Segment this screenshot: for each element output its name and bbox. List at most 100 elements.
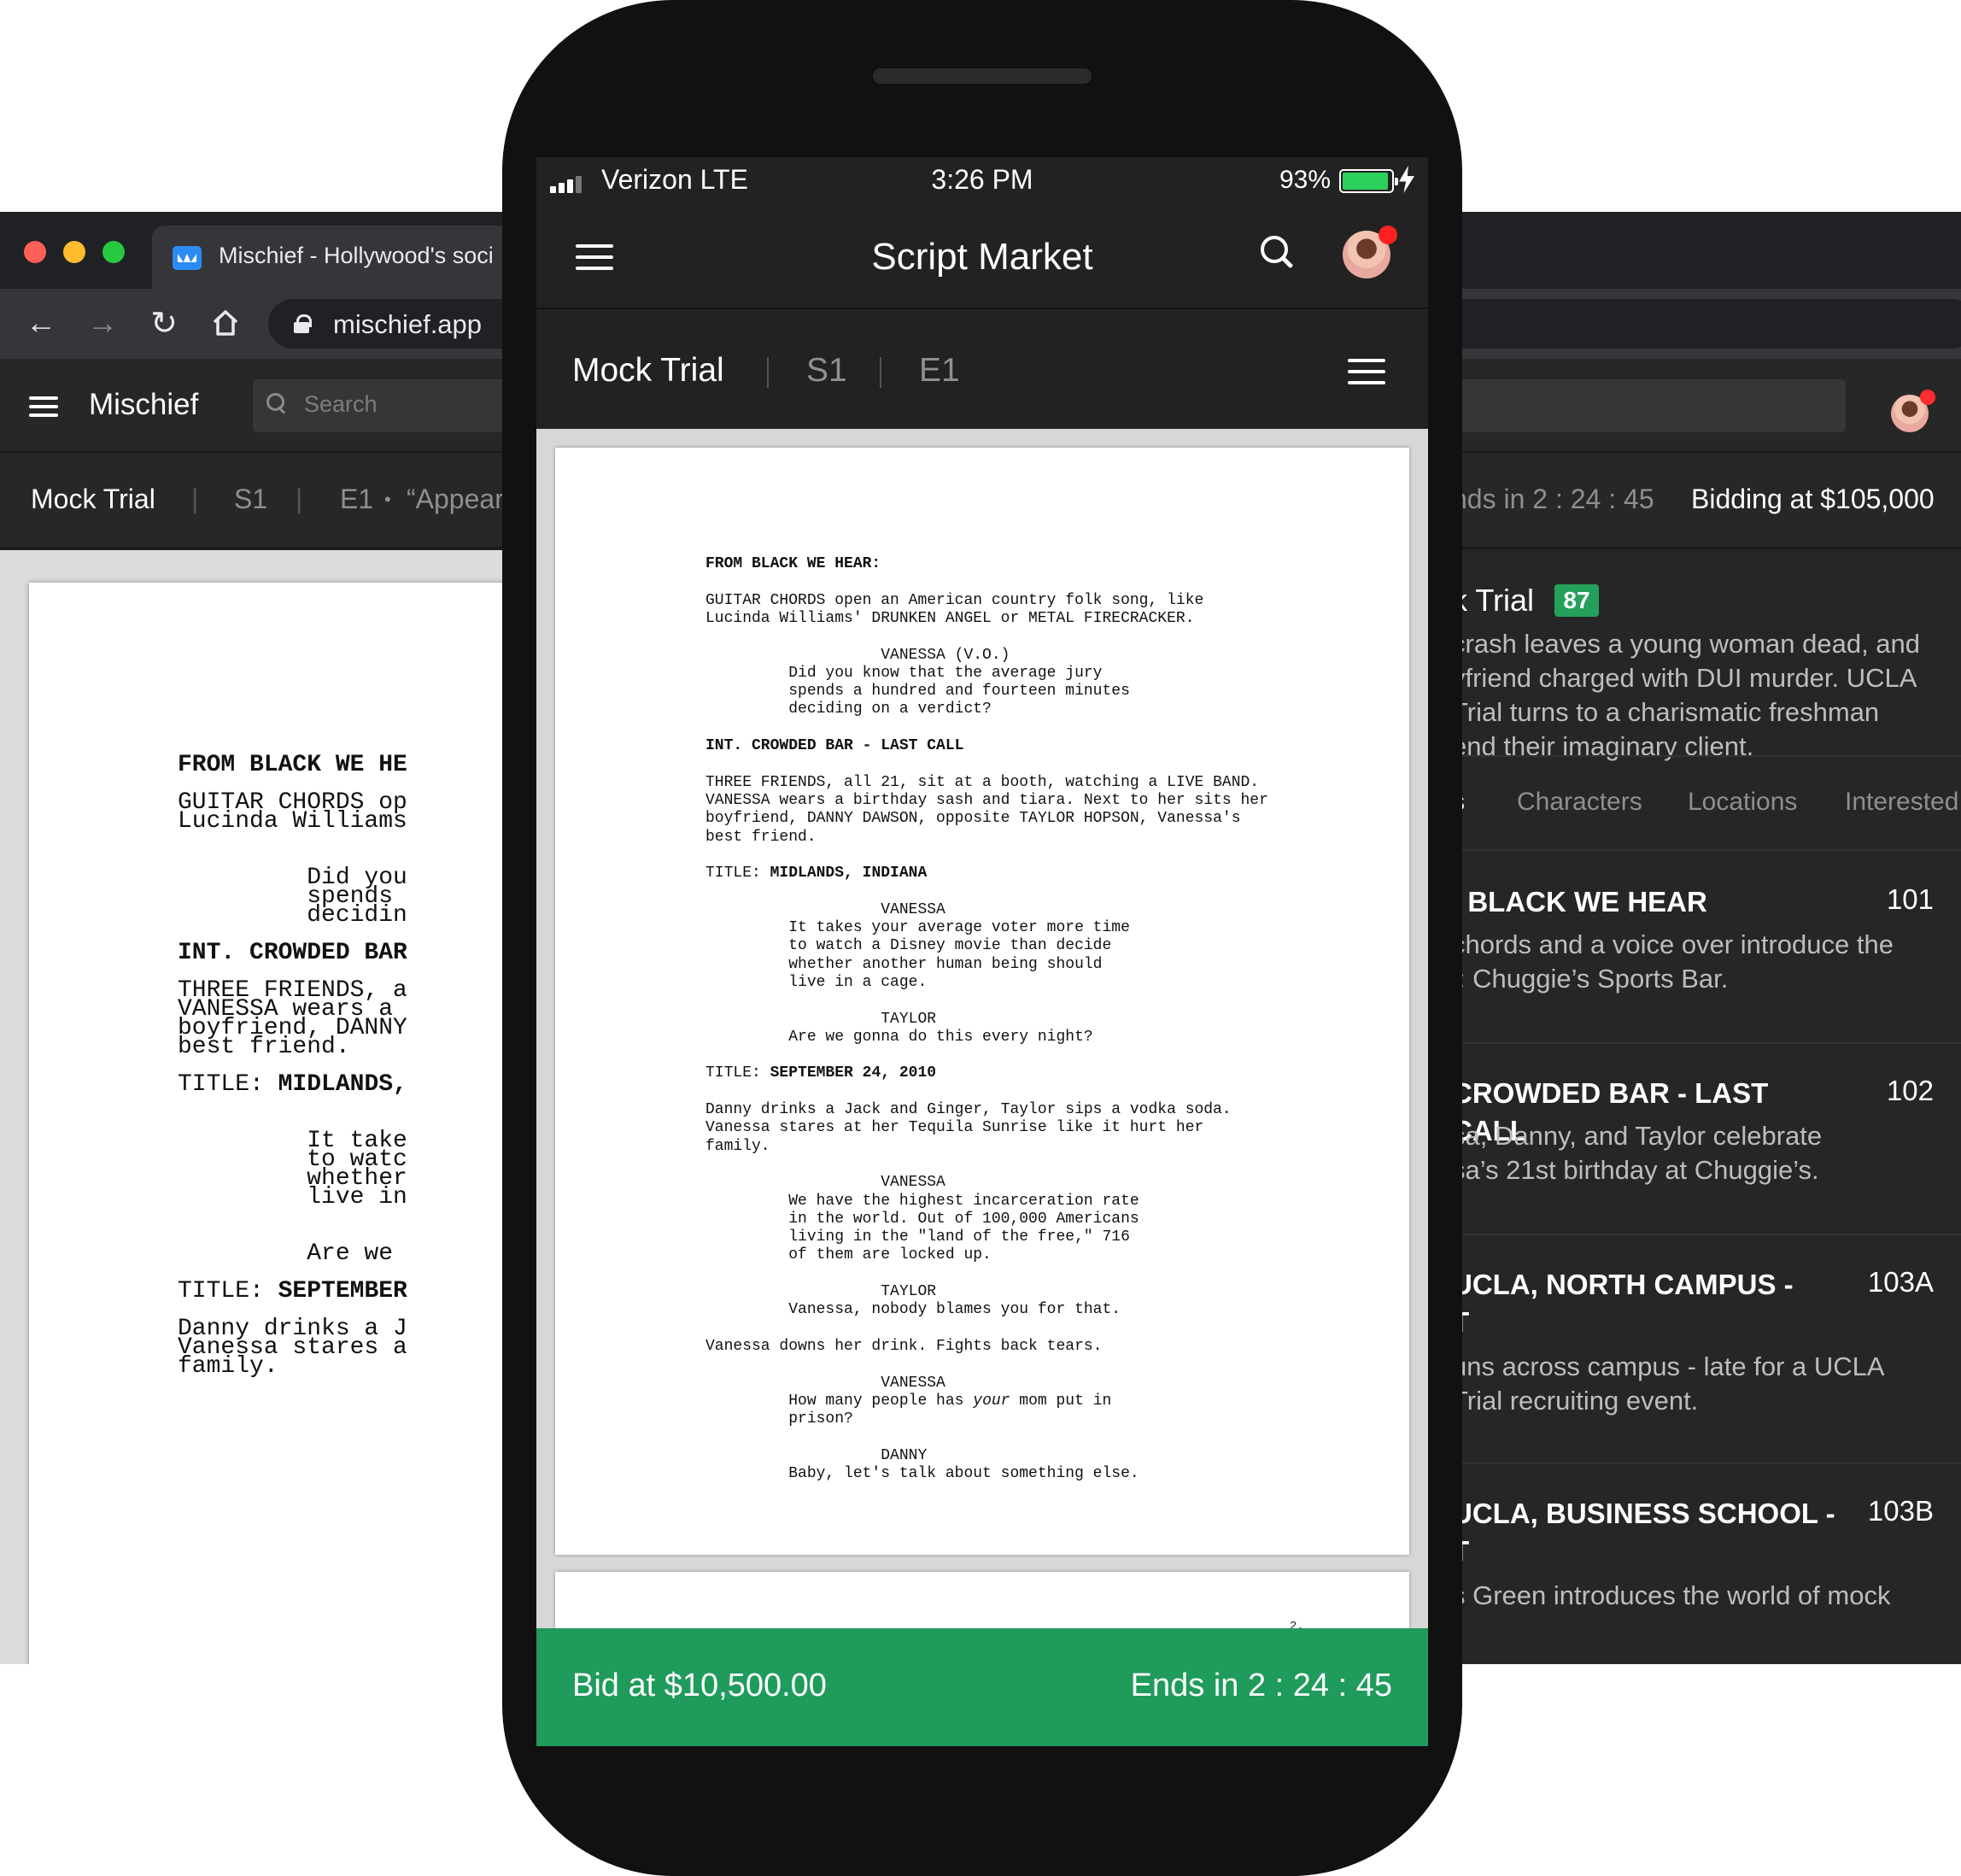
script-line: TITLE: MIDLANDS, — [178, 1071, 407, 1099]
home-icon[interactable] — [207, 304, 244, 342]
scene-card[interactable]: UCLA, BUSINESS SCHOOL - T 103B s Green in… — [1452, 1464, 1961, 1664]
user-avatar[interactable] — [1343, 226, 1397, 278]
script-line-text: GUITAR CHORDS open an American country f… — [705, 591, 1204, 609]
close-window-button[interactable] — [24, 241, 46, 263]
reload-icon[interactable]: ↻ — [145, 304, 183, 342]
scene-card[interactable]: UCLA, NORTH CAMPUS - T 103A uns across ca… — [1452, 1235, 1961, 1464]
script-line-text: best friend. — [705, 828, 817, 846]
script-line: TITLE: SEPTEMBER — [178, 1278, 407, 1305]
tab-interested[interactable]: Interested — [1845, 788, 1958, 817]
script-line: boyfriend, DANNY DAWSON, opposite TAYLOR… — [705, 810, 1241, 828]
script-line: VANESSA — [705, 1375, 945, 1392]
bid-bar[interactable]: Bid at $10,500.00 Ends in 2 : 24 : 45 — [536, 1628, 1428, 1746]
scene-number: 103A — [1867, 1266, 1934, 1298]
script-line-text: family. — [705, 1137, 770, 1155]
script-line-text: We have the highest incarceration rate — [705, 1192, 1139, 1210]
phone-frame: Verizon LTE 3:26 PM 93% Script Market Mo… — [502, 0, 1462, 1876]
script-line: live in a cage. — [705, 974, 927, 992]
minimize-window-button[interactable] — [63, 241, 85, 263]
script-page: FROM BLACK WE HE GUITAR CHORDS op Lucinda … — [29, 583, 559, 1664]
script-line: INT. CROWDED BAR — [178, 940, 407, 966]
scene-desc-line: chords and a voice over introduce the — [1452, 929, 1894, 959]
breadcrumb-season[interactable]: S1 — [806, 352, 847, 390]
score-badge: 87 — [1554, 584, 1599, 617]
script-line: to watch a Disney movie than decide — [705, 937, 1111, 955]
script-line: VANESSA wears a birthday sash and tiara.… — [705, 792, 1268, 810]
scene-title: I BLACK WE HEAR — [1452, 886, 1707, 917]
phone-speaker — [873, 68, 1092, 84]
script-line: Are we — [178, 1240, 394, 1267]
user-avatar[interactable] — [1891, 390, 1935, 432]
phone-screen: Verizon LTE 3:26 PM 93% Script Market Mo… — [536, 157, 1428, 1746]
script-line-text: TITLE: — [178, 1278, 278, 1304]
notification-dot — [1920, 390, 1935, 405]
script-line-text: deciding on a verdict? — [705, 701, 992, 718]
scene-title: UCLA, BUSINESS SCHOOL - T — [1452, 1495, 1845, 1570]
scene-desc-line: sa’s 21st birthday at Chuggie’s. — [1452, 1155, 1819, 1185]
breadcrumb-project[interactable]: Mock Trial — [31, 484, 155, 515]
script-line-text: VANESSA — [705, 1374, 945, 1392]
battery-percent: 93% — [1279, 166, 1332, 194]
scene-card[interactable]: CROWDED BAR - LAST CALL 102 sa, Danny, a… — [1452, 1044, 1961, 1235]
breadcrumb-divider — [767, 357, 769, 388]
script-line-rest: mom put in — [1010, 1392, 1112, 1410]
maximize-window-button[interactable] — [102, 241, 125, 263]
panel-tabs: s Characters Locations Interested — [1452, 755, 1961, 851]
script-line: INT. CROWDED BAR - LAST CALL — [705, 737, 963, 755]
script-line: prison? — [705, 1410, 853, 1428]
scene-desc-line: uns across campus - late for a UCLA — [1452, 1351, 1885, 1381]
script-line-text: Danny drinks a Jack and Ginger, Taylor s… — [705, 1101, 1232, 1118]
scene-description: uns across campus - late for a UCLA Tria… — [1452, 1350, 1930, 1418]
breadcrumb-episode[interactable]: E1 — [919, 352, 960, 390]
back-arrow-icon[interactable]: ← — [22, 304, 60, 342]
script-line-text: TITLE: — [705, 865, 770, 882]
breadcrumb-episode[interactable]: E1 — [340, 484, 373, 515]
script-line-text: of them are locked up. — [705, 1246, 992, 1264]
script-line: Are we gonna do this every night? — [705, 1029, 1092, 1046]
script-line-text: Vanessa, nobody blames you for that. — [705, 1301, 1121, 1319]
script-line: FROM BLACK WE HEAR: — [705, 555, 881, 573]
notification-dot — [1379, 226, 1397, 244]
description-line: crash leaves a young woman dead, and — [1452, 629, 1921, 659]
scene-card[interactable]: I BLACK WE HEAR 101 chords and a voice o… — [1452, 853, 1961, 1044]
script-line: best friend. — [705, 829, 817, 847]
script-line-bold: SEPTEMBER — [278, 1278, 407, 1304]
list-menu-icon[interactable] — [1348, 359, 1385, 384]
script-line: VANESSA (V.O.) — [705, 647, 1010, 665]
hamburger-menu-icon[interactable] — [29, 396, 58, 417]
scene-number: 102 — [1886, 1075, 1934, 1106]
mischief-favicon-icon — [173, 246, 202, 270]
tab-characters[interactable]: Characters — [1517, 788, 1642, 817]
script-line-text: Baby, let's talk about something else. — [705, 1465, 1139, 1482]
phone-app-header: Script Market — [536, 205, 1428, 309]
scene-description: chords and a voice over introduce the j:… — [1452, 928, 1930, 996]
project-panel: k Trial 87 crash leaves a young woman de… — [1452, 550, 1961, 1664]
script-line-bold: MIDLANDS, — [278, 1071, 407, 1098]
script-line: TAYLOR — [705, 1283, 936, 1301]
tab-locations[interactable]: Locations — [1688, 788, 1797, 817]
bid-button[interactable]: Bid at $10,500.00 — [572, 1668, 827, 1704]
script-line: Vanessa, nobody blames you for that. — [705, 1301, 1121, 1319]
script-line-text: in the world. Out of 100,000 Americans — [705, 1210, 1139, 1228]
project-title-text: Trial — [1475, 583, 1535, 618]
script-line: DANNY — [705, 1447, 927, 1465]
script-line: living in the "land of the free," 716 — [705, 1228, 1130, 1246]
script-line-text: How many people has — [705, 1392, 974, 1410]
description-line: Trial turns to a charismatic freshman — [1452, 697, 1880, 727]
script-line: Vanessa stares at her Tequila Sunrise li… — [705, 1119, 1203, 1137]
breadcrumb-project[interactable]: Mock Trial — [572, 352, 724, 390]
forward-arrow-icon[interactable]: → — [84, 304, 121, 342]
url-text: mischief.app — [333, 309, 483, 339]
script-line: best friend. — [178, 1034, 350, 1060]
script-line-bold: MIDLANDS, INDIANA — [770, 865, 928, 882]
search-icon[interactable] — [1261, 236, 1297, 272]
script-line: THREE FRIENDS, all 21, sit at a booth, w… — [705, 774, 1259, 792]
script-line-text: It takes your average voter more time — [705, 919, 1130, 936]
script-line: It takes your average voter more time — [705, 919, 1130, 937]
tab-title: Mischief - Hollywood's soci — [219, 243, 494, 268]
script-line-text: living in the "land of the free," 716 — [705, 1228, 1130, 1246]
breadcrumb-season[interactable]: S1 — [234, 484, 267, 515]
scene-number: 101 — [1886, 883, 1934, 915]
script-line-text: prison? — [705, 1410, 853, 1428]
script-line: GUITAR CHORDS open an American country f… — [705, 592, 1203, 610]
